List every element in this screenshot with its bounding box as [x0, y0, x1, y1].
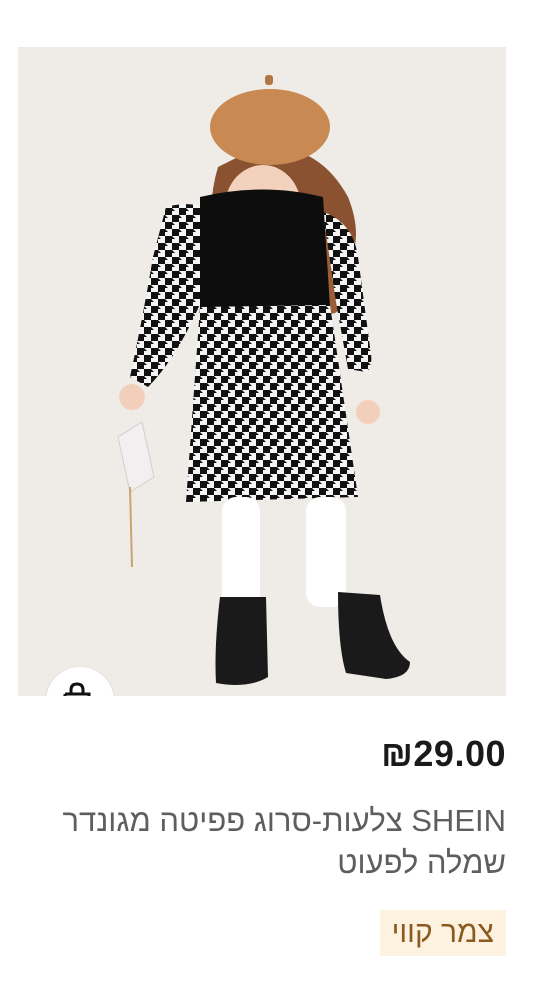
product-price: ₪29.00 — [381, 733, 506, 774]
product-photo — [18, 47, 506, 696]
product-card[interactable]: ₪29.00 SHEIN צלעות-סרוג פפיטה מגונדר שמל… — [0, 0, 540, 996]
shopping-bag-plus-icon — [59, 680, 101, 696]
product-image[interactable] — [18, 47, 506, 696]
product-title[interactable]: SHEIN צלעות-סרוג פפיטה מגונדר שמלה לפעוט — [36, 800, 507, 884]
product-tag: צמר קווי — [379, 910, 506, 956]
